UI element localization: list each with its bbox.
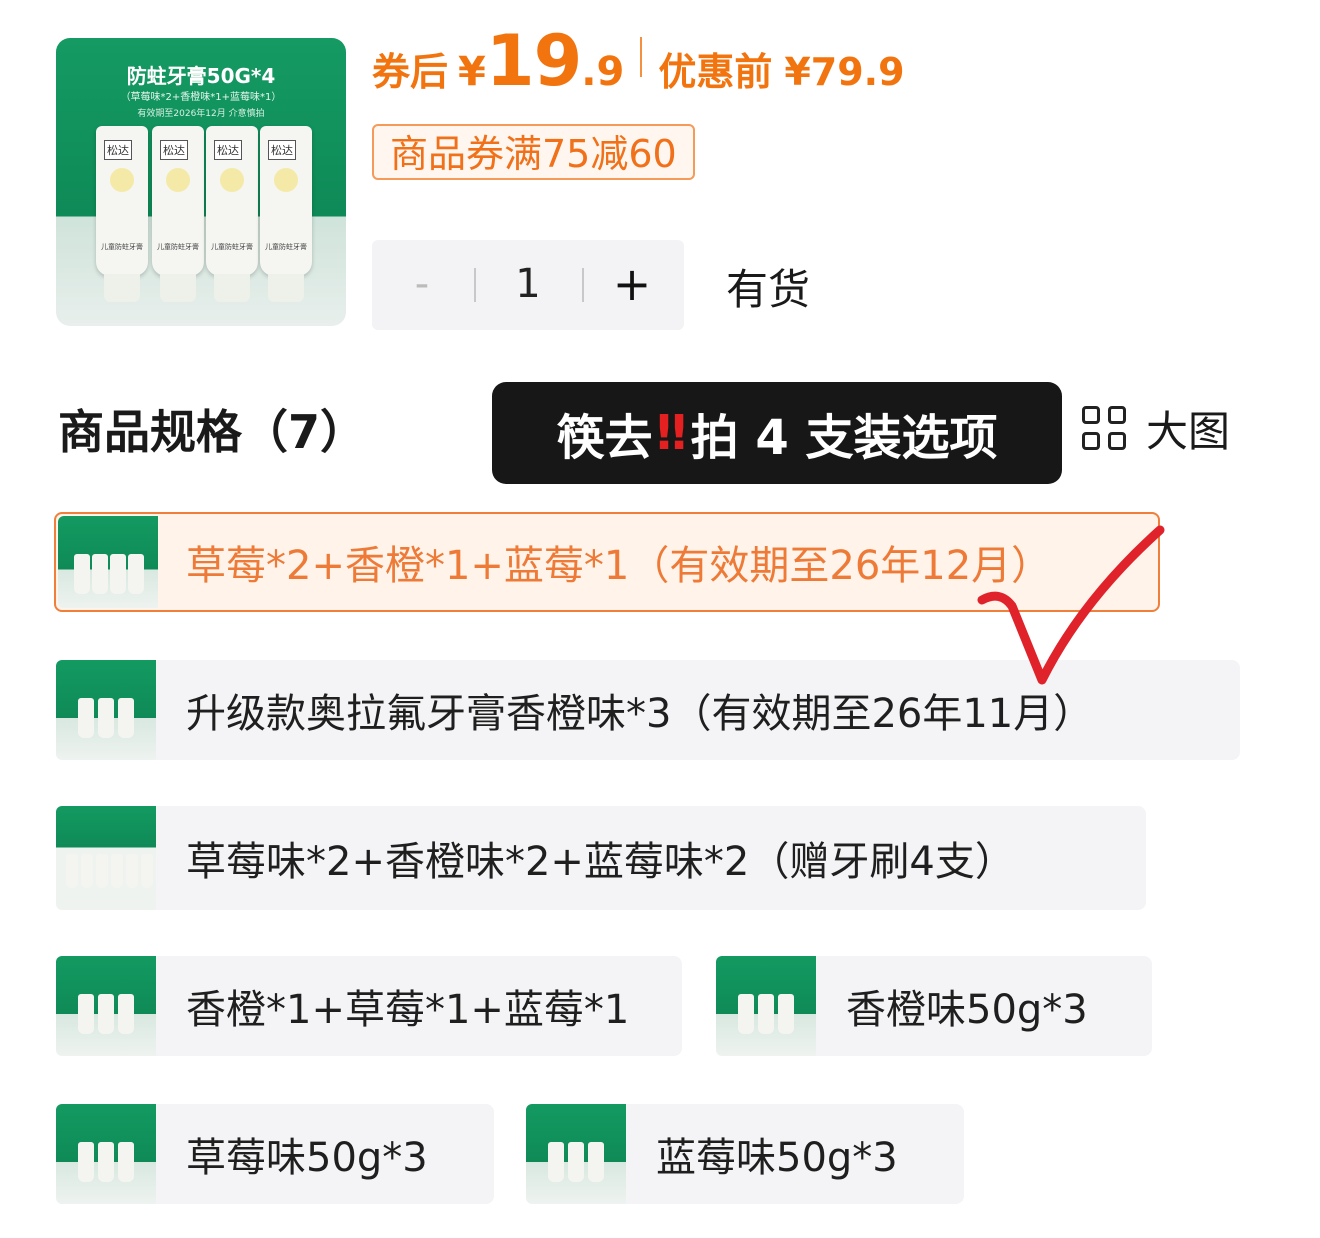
option-thumbnail [58, 516, 158, 608]
spec-option[interactable]: 香橙味50g*3 [716, 956, 1152, 1056]
grid-icon [1082, 405, 1128, 452]
toothpaste-tube: 松达 儿童防蛀牙膏 [152, 126, 204, 302]
option-label: 升级款奥拉氟牙膏香橙味*3（有效期至26年11月） [186, 691, 1094, 737]
spec-option[interactable]: 草莓味50g*3 [56, 1104, 494, 1204]
quantity-value[interactable]: 1 [476, 258, 580, 310]
option-thumbnail [56, 660, 156, 760]
option-label: 香橙味50g*3 [846, 987, 1088, 1033]
double-exclamation-icon: ‼ [656, 405, 687, 461]
option-thumbnail [716, 956, 816, 1056]
option-label: 蓝莓味50g*3 [656, 1135, 898, 1181]
before-price: ¥79.9 [784, 50, 905, 94]
spec-option[interactable]: 草莓味*2+香橙味*2+蓝莓味*2（赠牙刷4支） [56, 806, 1146, 910]
option-thumbnail [56, 806, 156, 910]
big-view-toggle[interactable]: 大图 [1082, 398, 1230, 459]
decrease-button[interactable]: - [396, 258, 448, 310]
option-thumbnail [56, 1104, 156, 1204]
spec-option[interactable]: 蓝莓味50g*3 [526, 1104, 964, 1204]
option-thumbnail [526, 1104, 626, 1204]
before-price-label: 优惠前 [658, 50, 773, 94]
after-coupon-price-int: 19 [485, 20, 582, 102]
stock-status: 有货 [726, 265, 811, 314]
spec-option[interactable]: 香橙*1+草莓*1+蓝莓*1 [56, 956, 682, 1056]
toothpaste-tube: 松达 儿童防蛀牙膏 [206, 126, 258, 302]
option-thumbnail [56, 956, 156, 1056]
coupon-badge[interactable]: 商品券满75减60 [372, 124, 695, 180]
check-mark-icon [977, 525, 1165, 685]
annotation-banner: 筷去 ‼ 拍 4 支装选项 [492, 382, 1062, 484]
toothpaste-tube: 松达 儿童防蛀牙膏 [96, 126, 148, 302]
quantity-stepper: - 1 + [372, 240, 684, 330]
option-label: 草莓味50g*3 [186, 1135, 428, 1181]
spec-title: 商品规格（7） [58, 405, 367, 459]
option-label: 草莓味*2+香橙味*2+蓝莓味*2（赠牙刷4支） [186, 839, 1015, 885]
stepper-divider [582, 268, 584, 302]
after-coupon-label: 券后 [372, 50, 449, 94]
product-image-title: 防蛀牙膏50G*4 [126, 64, 276, 88]
option-label: 草莓*2+香橙*1+蓝莓*1（有效期至26年12月） [186, 543, 1052, 589]
product-image-validity: 有效期至2026年12月 介意慎拍 [137, 109, 265, 119]
currency-symbol: ¥ [458, 49, 486, 95]
toothpaste-tube: 松达 儿童防蛀牙膏 [260, 126, 312, 302]
product-image-subtitle: （草莓味*2+香橙味*1+蓝莓味*1） [120, 92, 282, 103]
product-image[interactable]: 防蛀牙膏50G*4 （草莓味*2+香橙味*1+蓝莓味*1） 有效期至2026年1… [56, 38, 346, 326]
after-coupon-price-dec: .9 [581, 49, 625, 95]
big-view-label: 大图 [1146, 407, 1231, 456]
option-label: 香橙*1+草莓*1+蓝莓*1 [186, 987, 630, 1033]
price-line: 券后 ¥ 19 .9 优惠前 ¥79.9 [372, 20, 905, 102]
banner-text-1: 筷去 [556, 410, 653, 466]
banner-text-2: 拍 4 支装选项 [690, 410, 998, 466]
increase-button[interactable]: + [604, 256, 660, 312]
price-divider [640, 37, 643, 77]
